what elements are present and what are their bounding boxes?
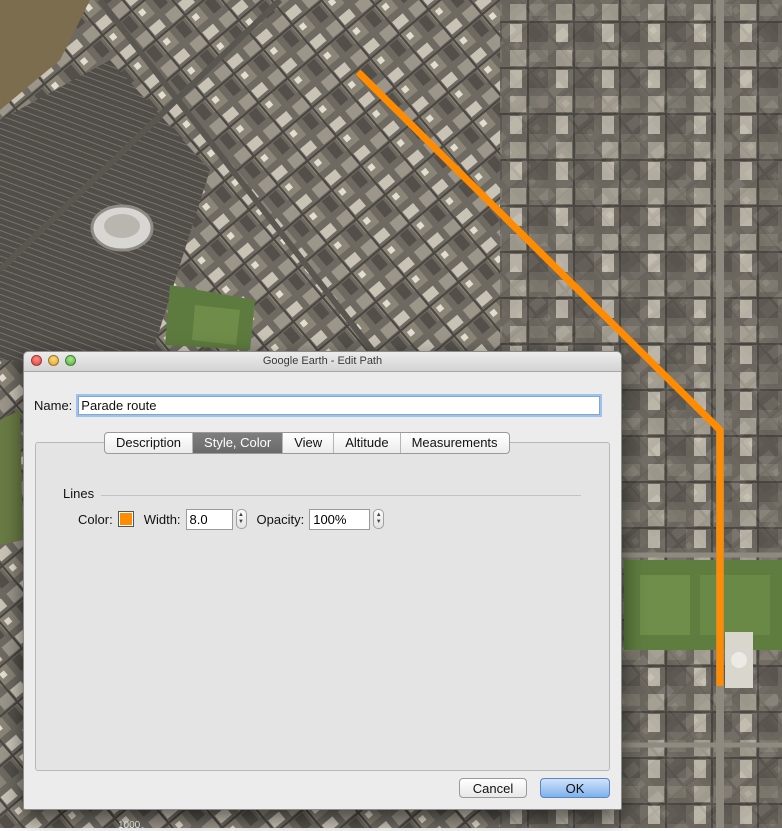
tab-description[interactable]: Description: [105, 433, 194, 453]
edit-path-dialog: Google Earth - Edit Path Name: Descripti…: [23, 351, 622, 810]
cancel-button[interactable]: Cancel: [459, 778, 527, 798]
tab-style-color[interactable]: Style, Color: [193, 433, 284, 453]
scale-bar: 1000: [118, 820, 208, 831]
name-row: Name:: [34, 396, 601, 415]
width-stepper[interactable]: ▲ ▼: [235, 509, 247, 529]
window-title: Google Earth - Edit Path: [262, 355, 383, 367]
lines-group-title: Lines: [63, 486, 95, 501]
window-controls: [31, 355, 76, 366]
title-bar[interactable]: Google Earth - Edit Path: [24, 352, 621, 372]
stepper-up-icon[interactable]: ▲: [238, 512, 244, 519]
group-divider: [101, 495, 581, 496]
stepper-down-icon[interactable]: ▼: [376, 519, 382, 526]
style-color-panel: [35, 442, 610, 771]
opacity-label: Opacity:: [256, 511, 305, 527]
opacity-stepper[interactable]: ▲ ▼: [373, 509, 385, 529]
scale-text: 1000: [118, 820, 141, 831]
minimize-window-button[interactable]: [48, 355, 59, 366]
stepper-down-icon[interactable]: ▼: [238, 519, 244, 526]
opacity-input[interactable]: [309, 508, 371, 530]
stepper-up-icon[interactable]: ▲: [376, 512, 382, 519]
line-color-swatch[interactable]: [117, 511, 134, 527]
width-input[interactable]: [185, 508, 233, 530]
zoom-window-button[interactable]: [65, 355, 76, 366]
tab-measurements[interactable]: Measurements: [401, 433, 509, 453]
tab-bar: Description Style, Color View Altitude M…: [104, 432, 510, 454]
color-label: Color:: [78, 511, 113, 527]
close-window-button[interactable]: [31, 355, 42, 366]
name-label: Name:: [34, 398, 73, 413]
tab-view[interactable]: View: [283, 433, 335, 453]
width-label: Width:: [143, 511, 181, 527]
ok-button[interactable]: OK: [540, 778, 610, 798]
lines-properties-row: Color: Width: ▲ ▼ Opacity: ▲ ▼: [78, 508, 394, 530]
tab-altitude[interactable]: Altitude: [334, 433, 401, 453]
name-input[interactable]: [78, 396, 601, 415]
